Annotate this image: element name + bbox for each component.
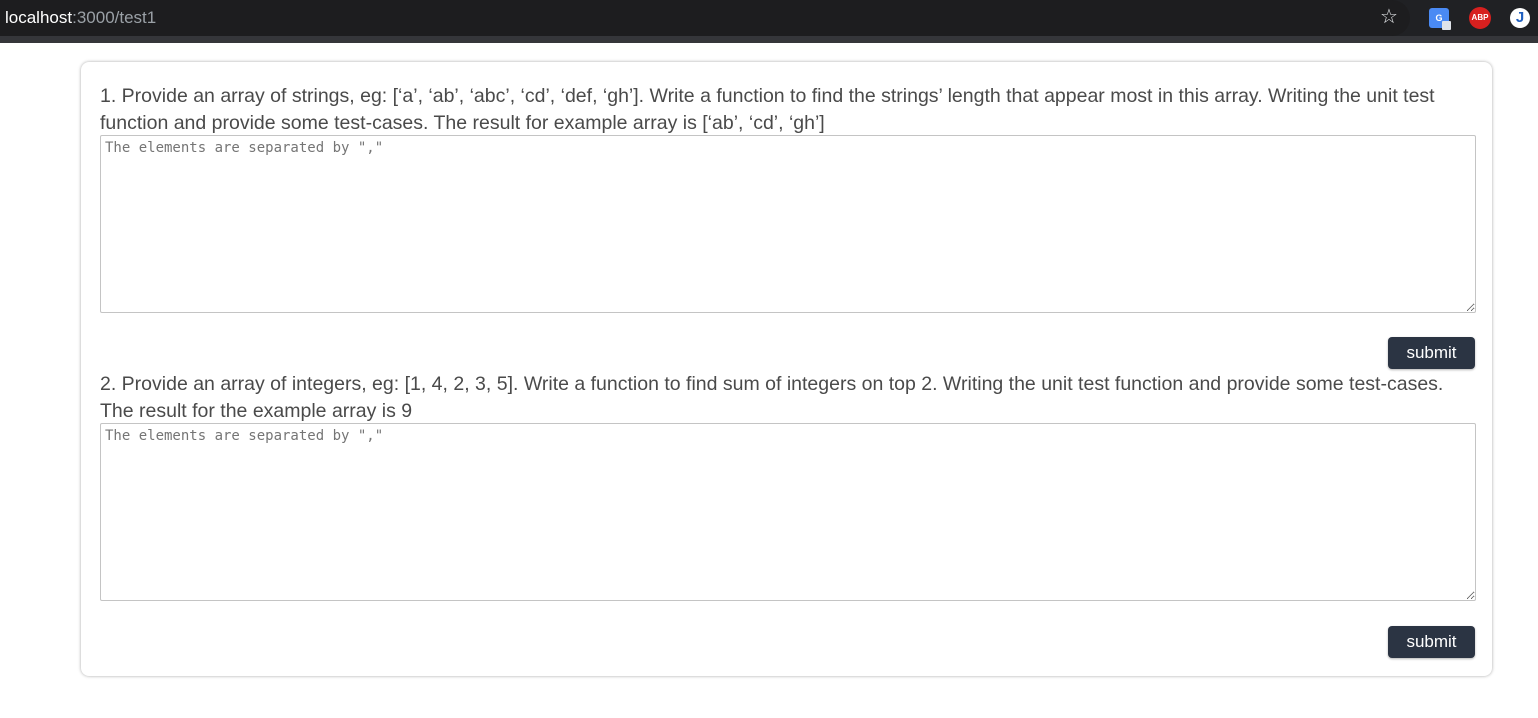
bookmark-star-icon[interactable]: ☆ <box>1378 6 1400 28</box>
url-text[interactable]: localhost:3000/test1 <box>5 8 156 28</box>
question-1-text: 1. Provide an array of strings, eg: [‘a’… <box>100 85 1435 134</box>
question-1-answer-input[interactable] <box>100 135 1476 313</box>
question-2-text: 2. Provide an array of integers, eg: [1,… <box>100 373 1444 422</box>
adblock-plus-icon[interactable]: ABP <box>1469 7 1491 29</box>
url-path: :3000/test1 <box>72 8 157 27</box>
j-extension-icon[interactable]: J <box>1510 8 1530 28</box>
browser-toolbar-divider <box>0 36 1538 43</box>
url-host: localhost <box>5 8 73 27</box>
translate-icon[interactable]: G <box>1429 8 1451 30</box>
test-card: 1. Provide an array of strings, eg: [‘a’… <box>81 62 1492 676</box>
address-bar[interactable]: localhost:3000/test1 <box>0 0 1410 36</box>
browser-toolbar: localhost:3000/test1 ☆ G ABP J <box>0 0 1538 36</box>
question-2-answer-input[interactable] <box>100 423 1476 601</box>
question-1-submit-button[interactable]: submit <box>1388 337 1475 369</box>
question-2-submit-button[interactable]: submit <box>1388 626 1475 658</box>
